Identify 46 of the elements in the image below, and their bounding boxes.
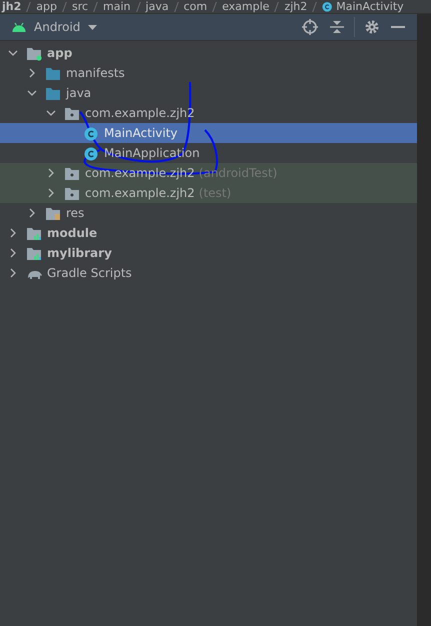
breadcrumb-item[interactable]: zjh2 <box>284 0 308 13</box>
settings-icon[interactable] <box>365 20 379 34</box>
breadcrumb-item[interactable]: com <box>184 0 208 13</box>
minimize-icon[interactable] <box>391 25 405 29</box>
caret-icon <box>88 24 98 30</box>
tree-row[interactable]: java <box>0 83 417 103</box>
tree-row[interactable]: app <box>0 43 417 63</box>
tree-row[interactable]: module <box>0 223 417 243</box>
resource-folder-icon <box>46 206 61 220</box>
target-icon[interactable] <box>302 19 318 35</box>
tree-label: com.example.zjh2 <box>85 186 195 200</box>
tree-row[interactable]: manifests <box>0 63 417 83</box>
tree-label: module <box>47 226 98 240</box>
breadcrumb-item[interactable]: app <box>36 0 57 13</box>
breadcrumb-item[interactable]: jh2 <box>2 0 22 13</box>
tree-label: app <box>47 46 72 60</box>
class-icon <box>84 146 99 160</box>
module-folder-icon <box>27 46 42 60</box>
tree-label: manifests <box>66 66 125 80</box>
tree-label: MainActivity <box>104 126 178 140</box>
android-icon <box>12 22 26 32</box>
tree-row[interactable]: Gradle Scripts <box>0 263 417 283</box>
breadcrumb-item[interactable]: java <box>146 0 169 13</box>
tree-label: mylibrary <box>47 246 112 260</box>
source-set-label: (androidTest) <box>198 166 278 180</box>
package-icon <box>65 186 80 200</box>
collapse-icon[interactable] <box>330 19 344 35</box>
module-library-icon <box>27 246 42 260</box>
breadcrumb-item[interactable]: MainActivity <box>336 0 404 13</box>
package-icon <box>65 106 80 120</box>
folder-icon <box>46 66 61 80</box>
folder-icon <box>46 86 61 100</box>
class-icon <box>322 1 334 12</box>
breadcrumb-item[interactable]: example <box>222 0 270 13</box>
tree-label: java <box>66 86 92 100</box>
package-icon <box>65 166 80 180</box>
tree-row[interactable]: mylibrary <box>0 243 417 263</box>
breadcrumb-item[interactable]: src <box>72 0 88 13</box>
tree-row[interactable]: MainActivity <box>0 123 417 143</box>
tree-label: Gradle Scripts <box>47 266 132 280</box>
breadcrumb-item[interactable]: main <box>103 0 131 13</box>
tree-label: res <box>66 206 84 220</box>
module-library-icon <box>27 226 42 240</box>
class-icon <box>84 126 99 140</box>
tree-row[interactable]: res <box>0 203 417 223</box>
view-dropdown[interactable]: Android <box>34 20 98 34</box>
